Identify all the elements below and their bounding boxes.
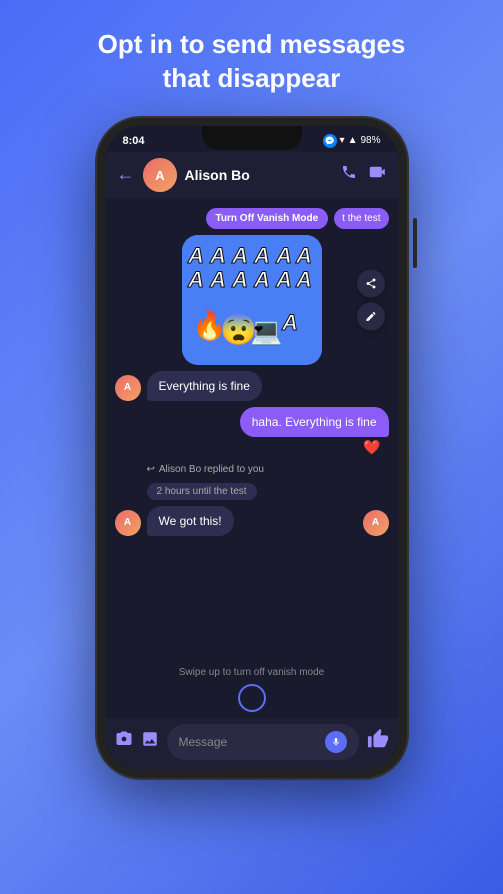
swipe-indicator — [105, 684, 399, 718]
mic-icon[interactable] — [325, 731, 347, 753]
screen: 8:04 ▾ ▲ 98% ← — [105, 126, 399, 770]
svg-text:A: A — [275, 243, 292, 268]
time-chip-text: 2 hours until the test — [157, 486, 247, 497]
svg-text:A: A — [231, 243, 248, 268]
messages-area: Turn Off Vanish Mode t the test A A A A — [105, 198, 399, 663]
vanish-banner: Turn Off Vanish Mode t the test — [115, 208, 389, 229]
headline-line2: that disappear — [163, 63, 341, 93]
battery: 98% — [360, 135, 380, 146]
phone-mockup: 8:04 ▾ ▲ 98% ← — [97, 118, 407, 778]
edit-button[interactable] — [357, 302, 385, 330]
svg-text:A: A — [231, 267, 248, 292]
phone-icon[interactable] — [341, 164, 357, 185]
received-message-2: A We got this! A — [115, 506, 389, 536]
svg-text:A: A — [253, 267, 270, 292]
svg-text:A: A — [187, 267, 204, 292]
sticker-image: A A A A A A A A A A A A — [182, 235, 322, 365]
reply-arrow-icon: ↩ — [147, 464, 155, 475]
message-text-2: We got this! — [159, 514, 222, 528]
contact-name: Alison Bo — [185, 167, 333, 183]
messenger-icon — [323, 134, 337, 148]
swipe-hint-text: Swipe up to turn off vanish mode — [179, 667, 324, 678]
signal-icon: ▲ — [348, 135, 358, 146]
svg-text:A: A — [295, 267, 312, 292]
thumbs-up-icon[interactable] — [367, 728, 389, 756]
svg-text:A: A — [187, 243, 204, 268]
message-bubble-sent: haha. Everything is fine — [240, 407, 389, 437]
phone-frame: 8:04 ▾ ▲ 98% ← — [97, 118, 407, 778]
test-button[interactable]: t the test — [334, 208, 388, 229]
header-icons — [341, 164, 387, 185]
side-button — [413, 218, 417, 268]
camera-icon[interactable] — [115, 730, 133, 753]
reply-info-text: Alison Bo replied to you — [159, 464, 264, 475]
received-message-1: A Everything is fine — [115, 371, 389, 401]
sticker-message: A A A A A A A A A A A A — [115, 235, 389, 365]
svg-text:A: A — [253, 243, 270, 268]
message-text: haha. Everything is fine — [252, 415, 377, 429]
gallery-icon[interactable] — [141, 730, 159, 753]
input-bar: Message — [105, 718, 399, 770]
phone-notch — [202, 126, 302, 150]
viewer-avatar: A — [363, 510, 389, 536]
reaction-row: ❤️ — [115, 439, 389, 456]
svg-text:A: A — [275, 267, 292, 292]
svg-text:❤: ❤ — [254, 324, 263, 336]
svg-text:A: A — [155, 168, 165, 183]
status-time: 8:04 — [123, 135, 145, 147]
chat-header: ← A Alison Bo — [105, 152, 399, 198]
headline-line1: Opt in to send messages — [98, 29, 406, 59]
svg-text:A: A — [295, 243, 312, 268]
contact-avatar: A — [143, 158, 177, 192]
svg-text:A: A — [209, 267, 226, 292]
share-button[interactable] — [357, 269, 385, 297]
svg-text:A: A — [209, 243, 226, 268]
input-placeholder: Message — [179, 735, 228, 749]
message-bubble-received: Everything is fine — [147, 371, 262, 401]
headline: Opt in to send messages that disappear — [58, 0, 446, 114]
turn-off-vanish-button[interactable]: Turn Off Vanish Mode — [206, 208, 329, 229]
status-icons: ▾ ▲ 98% — [321, 134, 381, 148]
svg-text:A: A — [281, 310, 298, 335]
sender-avatar-sm: A — [115, 375, 141, 401]
message-text: Everything is fine — [159, 379, 250, 393]
reply-info: ↩ Alison Bo replied to you — [115, 462, 389, 477]
back-button[interactable]: ← — [117, 164, 135, 185]
message-input[interactable]: Message — [167, 724, 359, 760]
received-left: A We got this! — [115, 506, 234, 536]
sender-avatar-sm-2: A — [115, 510, 141, 536]
time-chip: 2 hours until the test — [147, 483, 257, 500]
message-bubble-received-2: We got this! — [147, 506, 234, 536]
swipe-circle — [238, 684, 266, 712]
swipe-hint: Swipe up to turn off vanish mode — [105, 663, 399, 684]
sent-message-1: haha. Everything is fine — [115, 407, 389, 437]
heart-reaction: ❤️ — [363, 439, 380, 456]
video-icon[interactable] — [369, 164, 387, 185]
wifi-icon: ▾ — [340, 135, 345, 146]
